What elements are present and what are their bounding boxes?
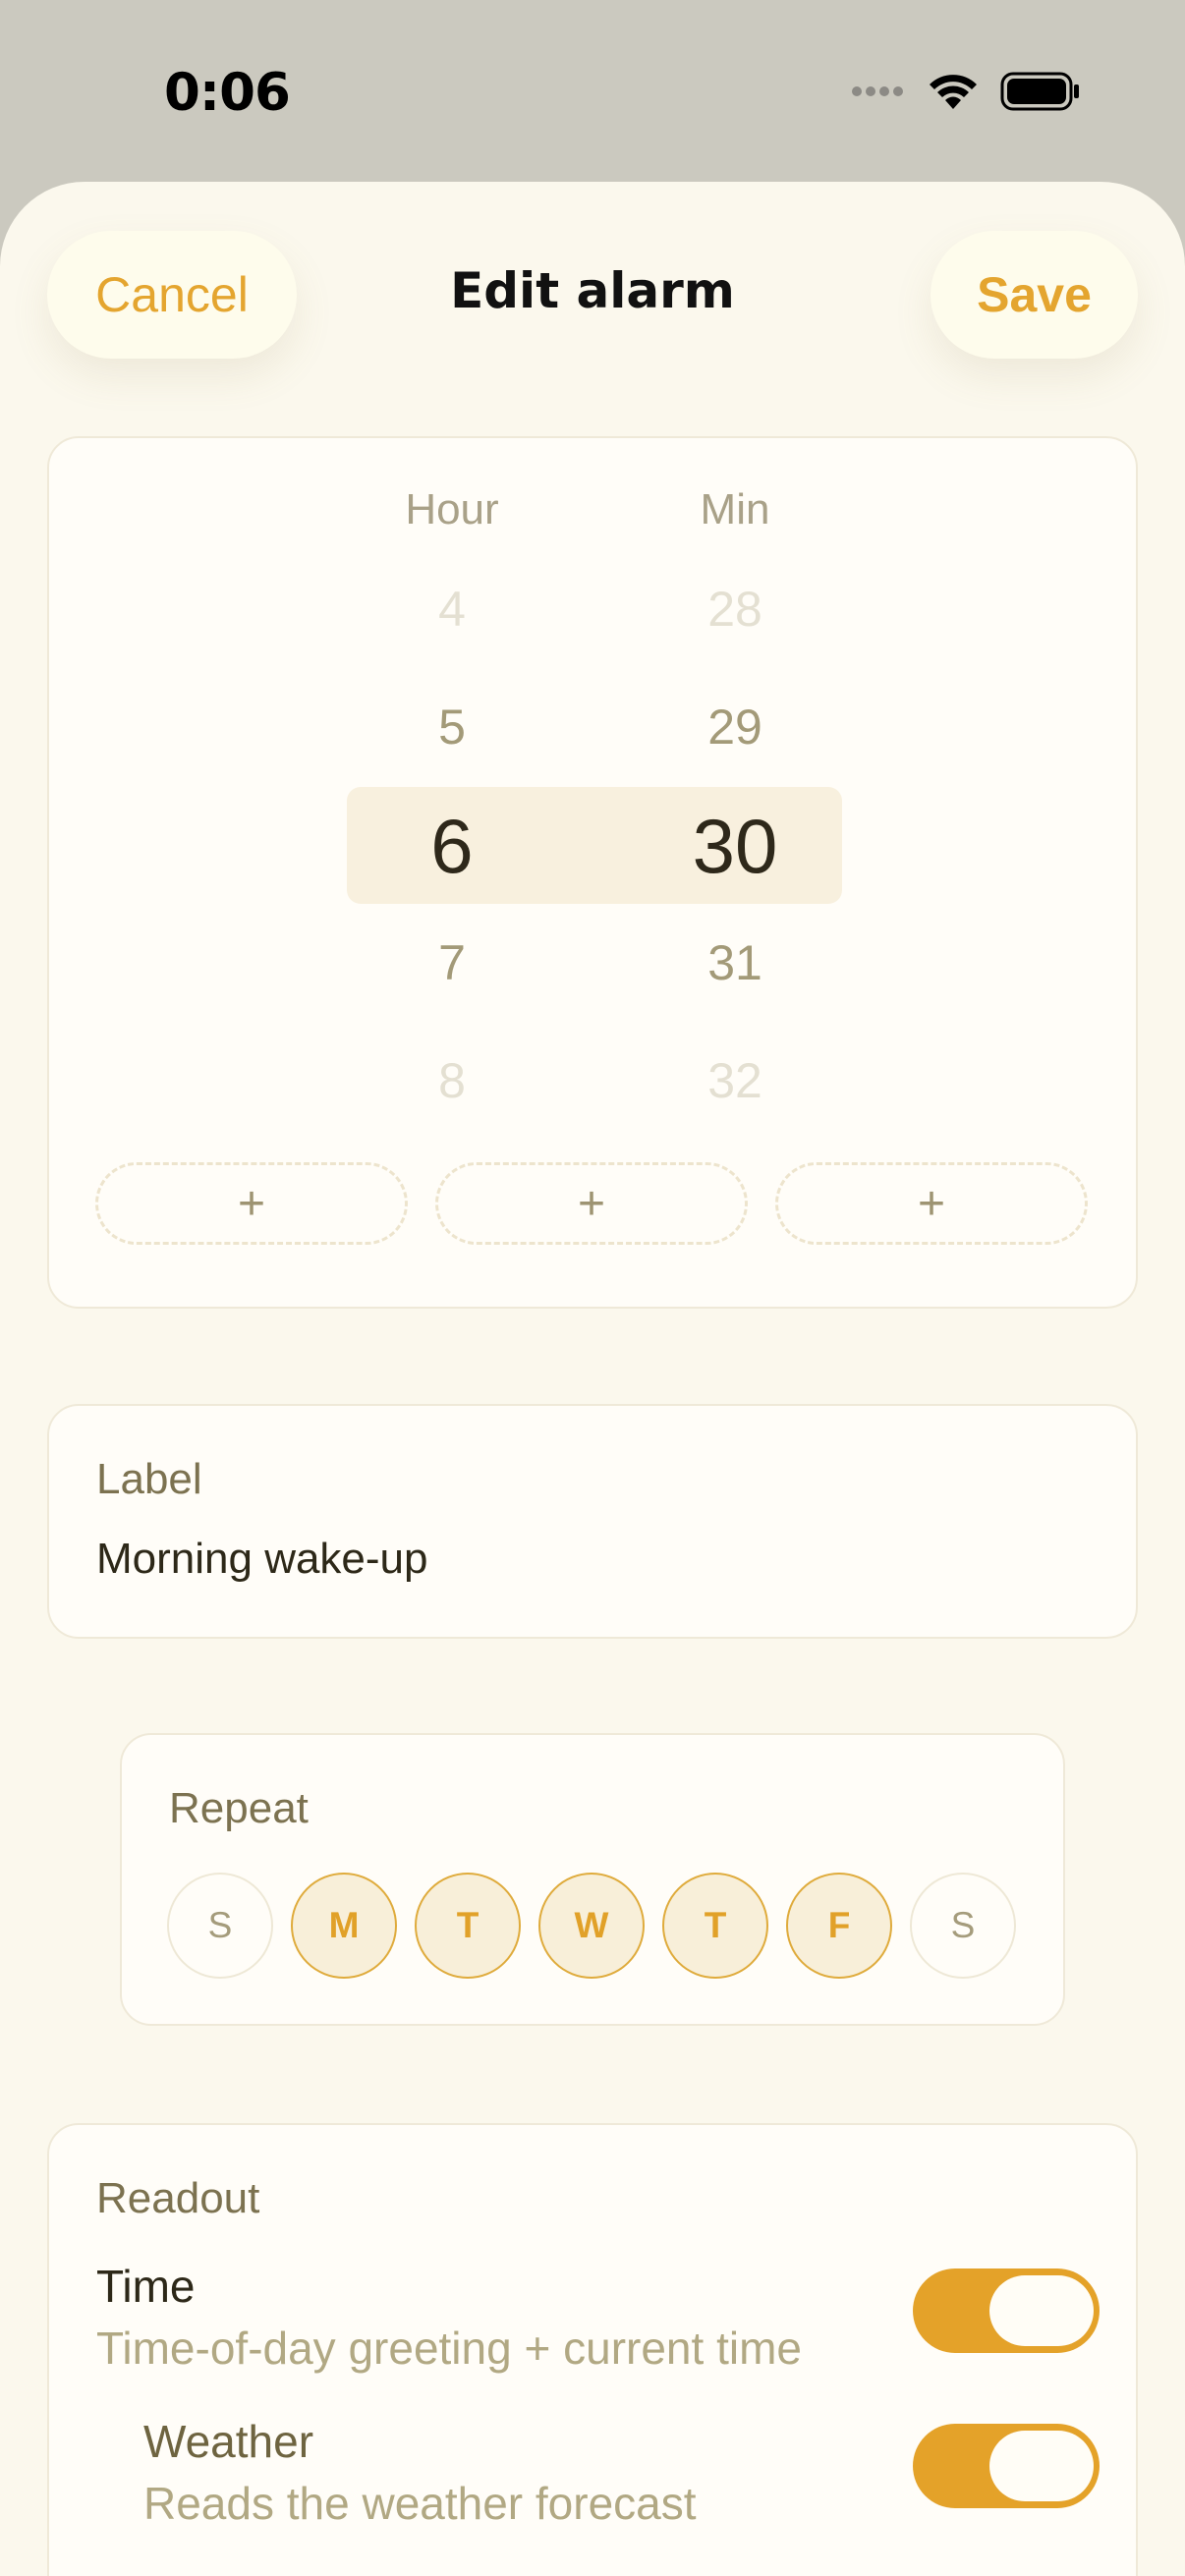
hour-header: Hour xyxy=(405,485,499,533)
minute-option[interactable]: 28 xyxy=(588,581,882,638)
weather-readout-toggle[interactable] xyxy=(913,2424,1100,2508)
day-toggle-wednesday[interactable]: W xyxy=(538,1873,645,1979)
add-button[interactable]: + xyxy=(95,1162,408,1245)
time-readout-toggle[interactable] xyxy=(913,2268,1100,2353)
signal-dots-icon xyxy=(852,86,903,96)
hour-option[interactable]: 5 xyxy=(305,699,599,756)
label-card[interactable]: Label Morning wake-up xyxy=(47,1404,1138,1639)
label-input[interactable]: Morning wake-up xyxy=(96,1535,428,1584)
wifi-icon xyxy=(930,75,977,109)
status-icons xyxy=(851,71,1081,112)
day-toggle-sunday[interactable]: S xyxy=(167,1873,273,1979)
toggle-knob xyxy=(989,2431,1094,2501)
hour-option[interactable]: 8 xyxy=(305,1052,599,1109)
day-toggle-saturday[interactable]: S xyxy=(910,1873,1016,1979)
minute-header: Min xyxy=(700,485,770,533)
selected-hour[interactable]: 6 xyxy=(305,802,599,891)
status-time: 0:06 xyxy=(164,63,291,123)
readout-title: Readout xyxy=(96,2174,260,2222)
minute-option[interactable]: 29 xyxy=(588,699,882,756)
time-picker-card: Hour Min 4 5 6 7 8 28 29 30 31 32 + + + xyxy=(47,436,1138,1309)
minute-option[interactable]: 32 xyxy=(588,1052,882,1109)
repeat-title: Repeat xyxy=(169,1784,309,1832)
time-readout-title: Time xyxy=(96,2261,196,2312)
battery-icon xyxy=(1000,72,1079,111)
weather-readout-title: Weather xyxy=(143,2416,314,2467)
hour-option[interactable]: 4 xyxy=(305,581,599,638)
toggle-knob xyxy=(989,2275,1094,2346)
hour-option[interactable]: 7 xyxy=(305,934,599,991)
repeat-card: Repeat S M T W T F S xyxy=(120,1733,1065,2026)
status-bar: 0:06 xyxy=(0,0,1185,187)
readout-card: Readout Time Time-of-day greeting + curr… xyxy=(47,2123,1138,2576)
time-readout-subtitle: Time-of-day greeting + current time xyxy=(96,2323,802,2374)
selected-minute[interactable]: 30 xyxy=(588,802,882,891)
day-toggle-friday[interactable]: F xyxy=(786,1873,892,1979)
edit-alarm-sheet: Cancel Edit alarm Save Hour Min 4 5 6 7 … xyxy=(0,182,1185,2576)
add-button[interactable]: + xyxy=(435,1162,748,1245)
add-button[interactable]: + xyxy=(775,1162,1088,1245)
day-toggle-monday[interactable]: M xyxy=(291,1873,397,1979)
label-title: Label xyxy=(96,1455,202,1503)
minute-option[interactable]: 31 xyxy=(588,934,882,991)
day-toggle-thursday[interactable]: T xyxy=(662,1873,768,1979)
save-button[interactable]: Save xyxy=(931,231,1138,359)
weather-readout-subtitle: Reads the weather forecast xyxy=(143,2478,697,2529)
day-toggle-tuesday[interactable]: T xyxy=(415,1873,521,1979)
